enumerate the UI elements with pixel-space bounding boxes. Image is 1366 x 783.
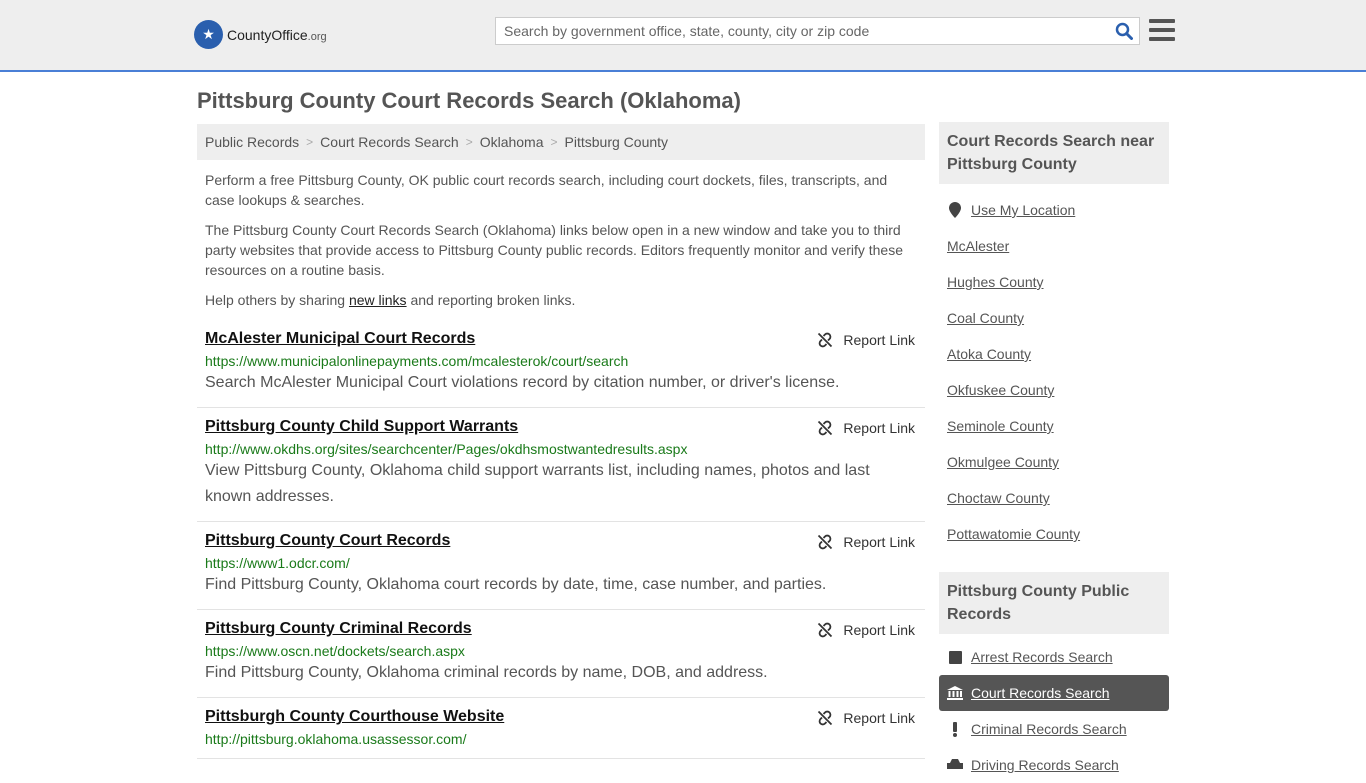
result-item: Pittsburg County Criminal Records Report … <box>197 610 925 698</box>
public-records-item[interactable]: Court Records Search <box>939 675 1169 711</box>
report-link-button[interactable]: Report Link <box>817 332 915 348</box>
intro-paragraph-3: Help others by sharing new links and rep… <box>205 292 576 308</box>
search-icon <box>1115 22 1133 40</box>
new-links-link[interactable]: new links <box>349 292 407 308</box>
breadcrumb: Public Records > Court Records Search > … <box>197 124 925 160</box>
result-description: Find Pittsburg County, Oklahoma court re… <box>205 576 827 593</box>
chevron-right-icon: > <box>550 135 558 149</box>
exclamation-icon <box>947 721 963 737</box>
nearby-item[interactable]: Okmulgee County <box>939 444 1169 480</box>
public-records-item[interactable]: Driving Records Search <box>939 747 1169 783</box>
nearby-link[interactable]: Hughes County <box>947 274 1044 290</box>
public-records-link[interactable]: Criminal Records Search <box>971 721 1127 737</box>
nearby-item[interactable]: Atoka County <box>939 336 1169 372</box>
public-records-link[interactable]: Arrest Records Search <box>971 649 1113 665</box>
broken-link-icon <box>818 420 833 436</box>
public-records-list: Arrest Records Search Court Records Searc… <box>939 639 1169 783</box>
result-title-link[interactable]: Pittsburg County Court Records <box>205 532 450 550</box>
courthouse-icon <box>947 686 963 700</box>
car-icon <box>947 759 963 771</box>
search-box <box>495 17 1140 45</box>
logo-text: CountyOffice <box>227 26 308 43</box>
nearby-item[interactable]: Use My Location <box>939 192 1169 228</box>
intro-paragraph-2: The Pittsburg County Court Records Searc… <box>205 222 904 278</box>
nearby-link[interactable]: Okfuskee County <box>947 382 1054 398</box>
result-description: View Pittsburg County, Oklahoma child su… <box>205 462 870 505</box>
result-url[interactable]: https://www.municipalonlinepayments.com/… <box>205 353 917 369</box>
report-link-label: Report Link <box>843 710 915 726</box>
search-button[interactable] <box>1109 18 1139 44</box>
sidebar-heading-nearby: Court Records Search near Pittsburg Coun… <box>939 122 1169 184</box>
result-item: Pittsburg County Court Records Report Lin… <box>197 522 925 610</box>
nearby-link[interactable]: Pottawatomie County <box>947 526 1080 542</box>
nearby-link[interactable]: Seminole County <box>947 418 1054 434</box>
result-title-link[interactable]: Pittsburg County Child Support Warrants <box>205 418 518 436</box>
broken-link-icon <box>818 622 833 638</box>
nearby-link[interactable]: Choctaw County <box>947 490 1050 506</box>
nearby-link[interactable]: Coal County <box>947 310 1024 326</box>
nearby-item[interactable]: Coal County <box>939 300 1169 336</box>
result-url[interactable]: https://www.oscn.net/dockets/search.aspx <box>205 643 917 659</box>
report-link-label: Report Link <box>843 622 915 638</box>
square-icon <box>947 650 963 664</box>
nearby-item[interactable]: Seminole County <box>939 408 1169 444</box>
public-records-link[interactable]: Driving Records Search <box>971 757 1119 773</box>
chevron-right-icon: > <box>465 135 473 149</box>
result-url[interactable]: https://www1.odcr.com/ <box>205 555 917 571</box>
breadcrumb-court-records-search[interactable]: Court Records Search <box>320 134 459 150</box>
page-title: Pittsburg County Court Records Search (O… <box>197 88 741 113</box>
nearby-item[interactable]: Okfuskee County <box>939 372 1169 408</box>
nearby-list: Use My Location McAlester Hughes County Coa… <box>939 192 1169 552</box>
result-url[interactable]: http://pittsburg.oklahoma.usassessor.com… <box>205 731 917 747</box>
nearby-item[interactable]: McAlester <box>939 228 1169 264</box>
report-link-button[interactable]: Report Link <box>817 420 915 436</box>
location-pin-icon <box>947 202 963 218</box>
result-url[interactable]: http://www.okdhs.org/sites/searchcenter/… <box>205 441 917 457</box>
nearby-link[interactable]: Okmulgee County <box>947 454 1059 470</box>
result-description: Search McAlester Municipal Court violati… <box>205 374 840 391</box>
public-records-item[interactable]: Criminal Records Search <box>939 711 1169 747</box>
result-item: Pittsburg County Child Support Warrants R… <box>197 408 925 522</box>
logo-eagle-icon: ★ <box>194 20 223 49</box>
nearby-item[interactable]: Hughes County <box>939 264 1169 300</box>
site-logo[interactable]: ★ CountyOffice.org <box>194 20 327 49</box>
nearby-link[interactable]: McAlester <box>947 238 1009 254</box>
chevron-right-icon: > <box>306 135 314 149</box>
breadcrumb-public-records[interactable]: Public Records <box>205 134 299 150</box>
result-item: Pittsburgh County Courthouse Website Repo… <box>197 698 925 759</box>
result-title-link[interactable]: McAlester Municipal Court Records <box>205 330 475 348</box>
result-title-link[interactable]: Pittsburg County Criminal Records <box>205 620 472 638</box>
public-records-link[interactable]: Court Records Search <box>971 685 1110 701</box>
broken-link-icon <box>818 710 833 726</box>
logo-suffix: .org <box>307 30 327 43</box>
intro-paragraph-1: Perform a free Pittsburg County, OK publ… <box>205 172 888 208</box>
breadcrumb-oklahoma[interactable]: Oklahoma <box>480 134 544 150</box>
site-header: ★ CountyOffice.org <box>0 0 1366 72</box>
report-link-label: Report Link <box>843 420 915 436</box>
report-link-button[interactable]: Report Link <box>817 534 915 550</box>
nearby-item[interactable]: Choctaw County <box>939 480 1169 516</box>
hamburger-menu-icon[interactable] <box>1149 19 1175 41</box>
report-link-button[interactable]: Report Link <box>817 710 915 726</box>
sidebar-heading-public-records: Pittsburg County Public Records <box>939 572 1169 634</box>
broken-link-icon <box>818 332 833 348</box>
breadcrumb-pittsburg-county: Pittsburg County <box>564 134 669 150</box>
results-list: McAlester Municipal Court Records Report … <box>197 320 925 759</box>
result-item: McAlester Municipal Court Records Report … <box>197 320 925 408</box>
report-link-button[interactable]: Report Link <box>817 622 915 638</box>
nearby-item[interactable]: Pottawatomie County <box>939 516 1169 552</box>
broken-link-icon <box>818 534 833 550</box>
result-title-link[interactable]: Pittsburgh County Courthouse Website <box>205 708 504 726</box>
nearby-link[interactable]: Atoka County <box>947 346 1031 362</box>
sidebar: Court Records Search near Pittsburg Coun… <box>939 122 1169 783</box>
search-input[interactable] <box>496 18 1109 44</box>
report-link-label: Report Link <box>843 332 915 348</box>
public-records-item[interactable]: Arrest Records Search <box>939 639 1169 675</box>
result-description: Find Pittsburg County, Oklahoma criminal… <box>205 664 768 681</box>
intro-text: Perform a free Pittsburg County, OK publ… <box>205 170 915 320</box>
nearby-link[interactable]: Use My Location <box>971 202 1075 218</box>
report-link-label: Report Link <box>843 534 915 550</box>
